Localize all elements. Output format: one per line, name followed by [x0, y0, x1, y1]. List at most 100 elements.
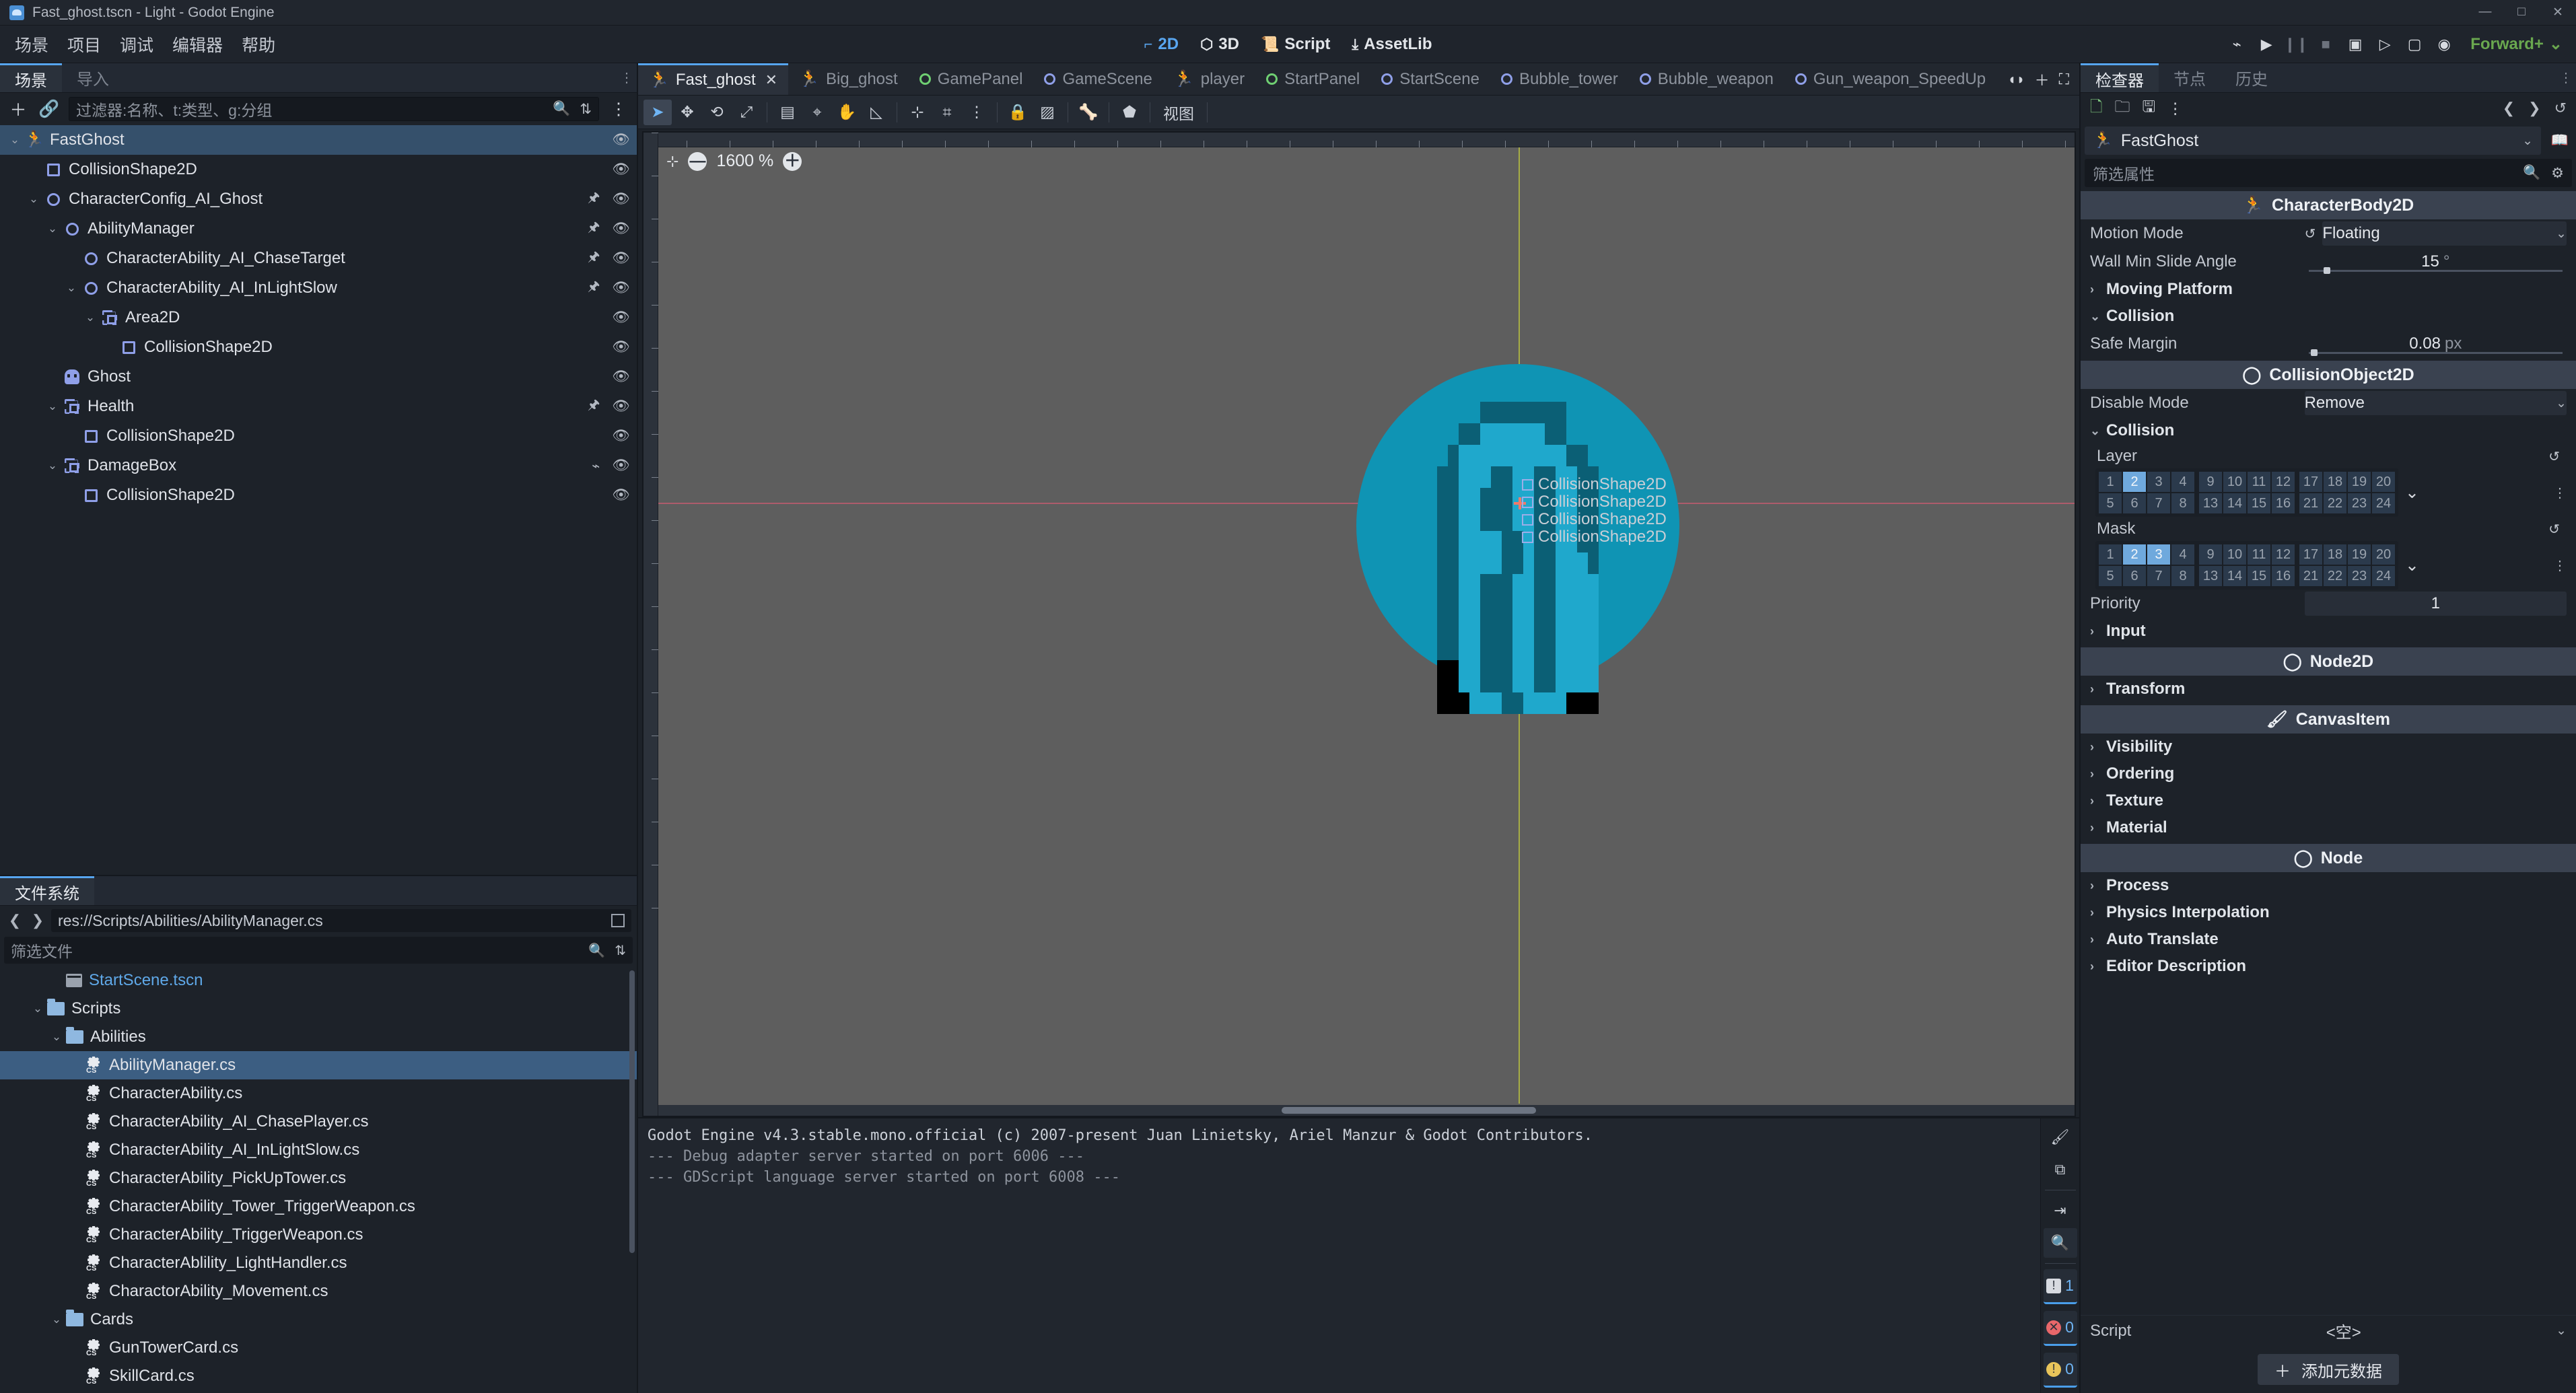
filesystem-item[interactable]: CharacterAbility_AI_ChasePlayer.cs: [0, 1108, 637, 1136]
inspector-property-value[interactable]: Remove ⌄: [2304, 391, 2567, 415]
layer-bit-11[interactable]: 11: [2248, 472, 2270, 492]
scene-tab-Bubble_weapon[interactable]: Bubble_weapon: [1628, 63, 1784, 95]
forward-icon[interactable]: ❯: [28, 912, 47, 929]
inspector-group-transform[interactable]: › Transform: [2081, 676, 2576, 703]
layer-bit-18[interactable]: 18: [2324, 472, 2346, 492]
revert-icon[interactable]: ↺: [2548, 448, 2560, 465]
expand-arrow-icon[interactable]: ⌄: [43, 222, 62, 236]
stop-button[interactable]: ■: [2311, 30, 2340, 59]
layer-bit-7[interactable]: 7: [2147, 493, 2170, 513]
group-tool[interactable]: ▨: [1033, 100, 1061, 125]
tab-检查器[interactable]: 检查器: [2081, 63, 2159, 92]
scene-tab-Bubble_tower[interactable]: Bubble_tower: [1490, 63, 1629, 95]
layer-bit-9[interactable]: 9: [2199, 472, 2222, 492]
scene-tab-player[interactable]: 🏃 player: [1162, 63, 1256, 95]
layer-menu-icon[interactable]: ⋮: [2553, 485, 2567, 501]
layer-bit-8[interactable]: 8: [2171, 566, 2194, 586]
filesystem-tree[interactable]: StartScene.tscn ⌄ Scripts ⌄ Abilities Ability…: [0, 964, 637, 1393]
filesystem-item[interactable]: CharacterAblility_LightHandler.cs: [0, 1249, 637, 1277]
move-mode-tool[interactable]: ✥: [673, 100, 701, 125]
tab-filesystem[interactable]: 文件系统: [0, 876, 94, 905]
menu-item-1[interactable]: 项目: [58, 32, 110, 57]
filesystem-item[interactable]: GunTowerCard.cs: [0, 1334, 637, 1362]
layer-bit-15[interactable]: 15: [2248, 493, 2270, 513]
error-count[interactable]: ✕ 0: [2043, 1311, 2077, 1346]
layer-bit-2[interactable]: 2: [2123, 544, 2146, 565]
search-icon[interactable]: 🔍: [553, 101, 570, 118]
expand-arrow-icon[interactable]: ⌄: [47, 1313, 66, 1326]
scene-tab-StartPanel[interactable]: StartPanel: [1255, 63, 1371, 95]
menu-item-4[interactable]: 帮助: [232, 32, 285, 57]
scene-tree-item[interactable]: ⌄ 🏃 FastGhost 👁: [0, 125, 637, 155]
layer-bit-1[interactable]: 1: [2099, 544, 2122, 565]
layer-bit-5[interactable]: 5: [2099, 566, 2122, 586]
filesystem-item[interactable]: CharacterAbility_PickUpTower.cs: [0, 1164, 637, 1192]
layer-bit-3[interactable]: 3: [2147, 472, 2170, 492]
scene-tab-GameScene[interactable]: GameScene: [1033, 63, 1163, 95]
layer-bit-24[interactable]: 24: [2372, 566, 2395, 586]
layer-bit-23[interactable]: 23: [2348, 566, 2371, 586]
revert-icon[interactable]: ↺: [2548, 521, 2560, 538]
zoom-reset-icon[interactable]: ⊹: [666, 153, 678, 170]
add-metadata-button[interactable]: ＋ 添加元数据: [2258, 1354, 2399, 1385]
layer-bit-12[interactable]: 12: [2272, 472, 2295, 492]
layer-bit-16[interactable]: 16: [2272, 493, 2295, 513]
menu-item-3[interactable]: 编辑器: [163, 32, 232, 57]
inspector-group-collision[interactable]: ⌄ Collision: [2081, 303, 2576, 330]
toggle-snap-tool[interactable]: ⊹: [903, 100, 932, 125]
build-project-button[interactable]: ⌁: [2223, 30, 2251, 59]
expand-arrow-icon[interactable]: ⌄: [47, 1030, 66, 1044]
ruler-select-tool[interactable]: ⌖: [803, 100, 831, 125]
inspector-property-value[interactable]: 15 °: [2305, 250, 2567, 274]
view-menu-button[interactable]: 视图: [1156, 101, 1201, 124]
visibility-icon[interactable]: 👁: [612, 310, 630, 326]
new-resource-icon[interactable]: 🗋: [2090, 96, 2103, 122]
scene-tree-item[interactable]: CollisionShape2D 👁: [0, 155, 637, 184]
layer-bit-3[interactable]: 3: [2147, 544, 2170, 565]
inspector-group-physics-interpolation[interactable]: › Physics Interpolation: [2081, 899, 2576, 926]
play-custom-scene-button[interactable]: ▷: [2371, 30, 2399, 59]
visibility-icon[interactable]: 👁: [612, 162, 630, 178]
layer-bit-24[interactable]: 24: [2372, 493, 2395, 513]
inspector-filter-input[interactable]: 筛选属性 🔍 ⚙: [2085, 159, 2572, 187]
visibility-icon[interactable]: 👁: [612, 191, 630, 207]
inspector-options-icon[interactable]: ⚙: [2551, 165, 2564, 182]
layer-bit-13[interactable]: 13: [2199, 493, 2222, 513]
scene-tree-item[interactable]: ⌄ DamageBox ⌁ 👁: [0, 451, 637, 480]
save-resource-icon[interactable]: 🖫: [2143, 96, 2156, 122]
log-count[interactable]: ! 1: [2043, 1269, 2077, 1304]
tab-节点[interactable]: 节点: [2159, 63, 2221, 92]
play-button[interactable]: ▶: [2252, 30, 2281, 59]
scene-tab-Big_ghost[interactable]: 🏃 Big_ghost: [788, 63, 909, 95]
inspector-group-editor-description[interactable]: › Editor Description: [2081, 953, 2576, 980]
inspector-group-process[interactable]: › Process: [2081, 872, 2576, 899]
layer-bit-4[interactable]: 4: [2171, 544, 2194, 565]
select-mode-tool[interactable]: ➤: [643, 99, 672, 125]
layer-bit-21[interactable]: 21: [2299, 493, 2322, 513]
filesystem-item[interactable]: CharacterAbility_TriggerWeapon.cs: [0, 1221, 637, 1249]
canvas-area[interactable]: CollisionShape2D CollisionShape2D Collisio…: [658, 147, 2075, 1104]
ruler-mode-tool[interactable]: ◺: [862, 100, 891, 125]
inspector-group-auto-translate[interactable]: › Auto Translate: [2081, 926, 2576, 953]
history-next-icon[interactable]: ❯: [2528, 100, 2540, 117]
property-slider[interactable]: [2308, 349, 2563, 356]
layer-bit-17[interactable]: 17: [2299, 472, 2322, 492]
chevron-down-icon[interactable]: ⌄: [2522, 133, 2533, 149]
history-prev-icon[interactable]: ❮: [2503, 100, 2515, 117]
layer-bit-16[interactable]: 16: [2272, 566, 2295, 586]
filesystem-item[interactable]: SkillCard.cs: [0, 1362, 637, 1390]
scene-tab-Fast_ghost[interactable]: 🏃 Fast_ghost ✕: [638, 63, 789, 95]
visibility-icon[interactable]: 👁: [612, 369, 630, 385]
expand-layers-icon[interactable]: ⌄: [2405, 483, 2419, 503]
expand-arrow-icon[interactable]: ⌄: [81, 311, 100, 324]
play-current-scene-button[interactable]: ▣: [2341, 30, 2369, 59]
toggle-split-mode-icon[interactable]: [611, 914, 625, 927]
plus-icon[interactable]: ＋: [7, 98, 30, 120]
filesystem-item[interactable]: CharacterAbility_Tower_TriggerWeapon.cs: [0, 1192, 637, 1221]
filesystem-item[interactable]: StartScene.tscn: [0, 966, 637, 995]
inspector-group-visibility[interactable]: › Visibility: [2081, 734, 2576, 760]
tab-场景[interactable]: 场景: [0, 63, 62, 92]
back-icon[interactable]: ❮: [5, 912, 24, 929]
layer-bit-11[interactable]: 11: [2248, 544, 2270, 565]
2d-viewport[interactable]: ⊹ — 1600 % ＋ CollisionShape2D CollisionSh…: [642, 131, 2076, 1117]
